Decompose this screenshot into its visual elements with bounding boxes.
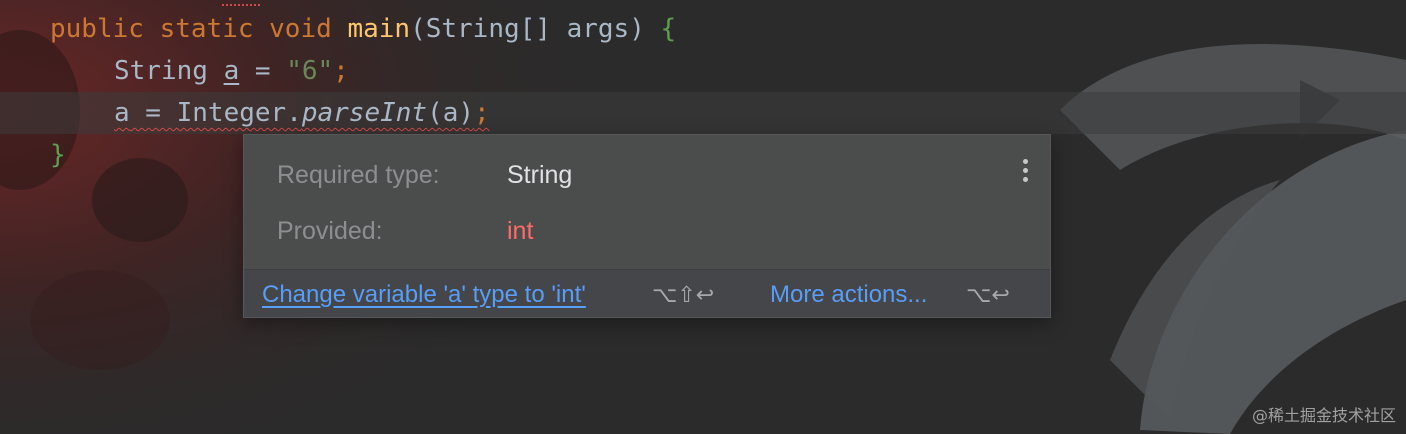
close-brace: } (50, 140, 66, 170)
method-params: (String[] args) (410, 14, 645, 44)
change-variable-type-link[interactable]: Change variable 'a' type to 'int' (262, 278, 586, 312)
provided-type-row: Provided: int (277, 211, 533, 251)
watermark-text: @稀土掘金技术社区 (1251, 406, 1396, 425)
popup-body: Required type: String Provided: int (244, 135, 1050, 269)
open-brace: { (660, 14, 677, 44)
variable-a-error[interactable]: a (114, 98, 130, 128)
assign-operator: = (239, 56, 287, 86)
type-string: String (114, 56, 208, 86)
error-squiggle-above (222, 0, 260, 6)
required-type-row: Required type: String (277, 155, 572, 195)
assign-expression: = Integer. (129, 98, 302, 128)
code-line-4[interactable]: } (50, 134, 66, 176)
kebab-vertical-icon[interactable] (1020, 159, 1030, 187)
keyword-void: void (269, 14, 332, 44)
variable-a: a (223, 56, 240, 86)
code-line-3[interactable]: a = Integer.parseInt(a); (114, 92, 490, 134)
semicolon: ; (333, 56, 349, 86)
quick-fix-shortcut: ⌥⇧↩ (652, 282, 715, 307)
type-mismatch-popup: Required type: String Provided: int Change… (243, 134, 1051, 318)
required-type-label: Required type: (277, 161, 440, 189)
string-literal: "6" (286, 56, 334, 86)
parse-int-method[interactable]: parseInt (302, 98, 427, 128)
provided-type-value: int (507, 217, 534, 245)
more-actions-link[interactable]: More actions... (770, 278, 927, 312)
required-type-value: String (507, 161, 573, 189)
keyword-public: public (50, 14, 144, 44)
keyword-static: static (159, 14, 254, 44)
more-actions-shortcut: ⌥↩ (966, 282, 1010, 307)
code-line-1[interactable]: public static void main(String[] args) { (50, 8, 676, 50)
popup-actions-bar: Change variable 'a' type to 'int' ⌥⇧↩ Mo… (244, 269, 1050, 317)
provided-type-label: Provided: (277, 217, 383, 245)
method-name: main (347, 14, 411, 44)
semicolon: ; (474, 98, 490, 128)
method-args: (a) (427, 98, 475, 128)
code-line-2[interactable]: String a = "6"; (114, 50, 349, 92)
